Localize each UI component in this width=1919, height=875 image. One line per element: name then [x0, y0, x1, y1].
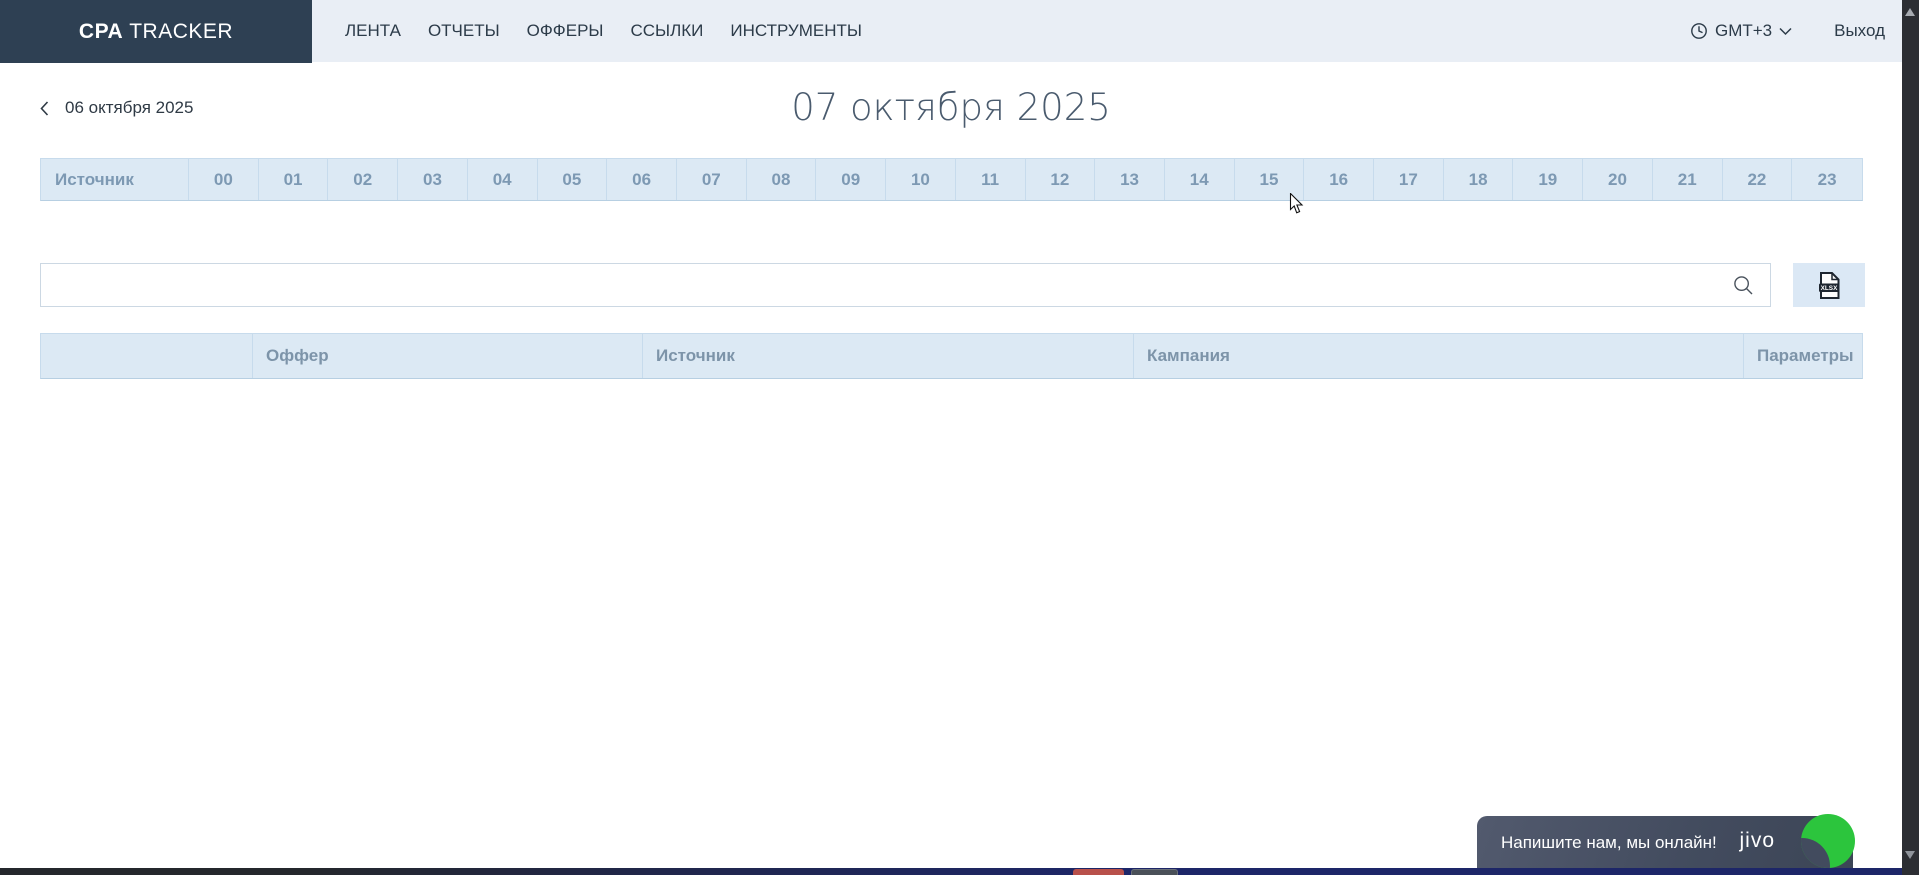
hour-column-header: 22 [1723, 159, 1793, 200]
jivo-leaf-icon [1801, 814, 1855, 868]
hour-column-header: 19 [1513, 159, 1583, 200]
nav-item[interactable]: ЛЕНТА [345, 21, 401, 41]
chat-message: Напишите нам, мы онлайн! [1501, 833, 1717, 853]
hour-column-header: 00 [189, 159, 259, 200]
top-navigation-bar: CPA TRACKER ЛЕНТА ОТЧЕТЫ ОФФЕРЫ ССЫЛКИ ИНСТР… [0, 0, 1919, 62]
logo-bold-text: CPA [79, 20, 123, 44]
page-title: 07 октября 2025 [0, 86, 1902, 129]
logout-link[interactable]: Выход [1834, 21, 1885, 41]
bottom-strip-gray-button [1131, 869, 1178, 875]
results-column-header: Параметры [1744, 334, 1862, 378]
search-input-wrap [40, 263, 1771, 307]
chat-widget[interactable]: Напишите нам, мы онлайн! jivo [1477, 816, 1853, 875]
search-input[interactable] [41, 264, 1733, 306]
hour-column-header: 20 [1583, 159, 1653, 200]
results-column-header: Источник [643, 334, 1134, 378]
main-nav: ЛЕНТА ОТЧЕТЫ ОФФЕРЫ ССЫЛКИ ИНСТРУМЕНТЫ [345, 21, 862, 41]
source-column-header: Источник [41, 159, 189, 200]
logo-rest-text: TRACKER [129, 20, 233, 44]
hour-column-header: 03 [398, 159, 468, 200]
hour-column-header: 07 [677, 159, 747, 200]
hour-column-header: 08 [747, 159, 817, 200]
hour-column-header: 02 [328, 159, 398, 200]
hour-column-header: 18 [1444, 159, 1514, 200]
nav-item[interactable]: ОТЧЕТЫ [428, 21, 500, 41]
hour-column-header: 05 [538, 159, 608, 200]
clock-icon [1690, 22, 1708, 40]
hour-column-header: 11 [956, 159, 1026, 200]
nav-bar: ЛЕНТА ОТЧЕТЫ ОФФЕРЫ ССЫЛКИ ИНСТРУМЕНТЫ GMT+3… [312, 0, 1919, 62]
export-xlsx-button[interactable]: XLSX [1793, 263, 1865, 307]
results-column-header [41, 334, 253, 378]
timezone-label: GMT+3 [1715, 21, 1772, 41]
hour-column-header: 06 [607, 159, 677, 200]
chevron-down-icon [1779, 27, 1792, 36]
scrollbar[interactable] [1902, 0, 1919, 875]
hour-column-header: 17 [1374, 159, 1444, 200]
svg-text:XLSX: XLSX [1821, 285, 1838, 292]
hour-column-header: 23 [1792, 159, 1862, 200]
hour-column-header: 04 [468, 159, 538, 200]
bottom-strip-red-button [1073, 869, 1124, 875]
results-column-header: Оффер [253, 334, 643, 378]
topbar-right: GMT+3 Выход [1690, 21, 1919, 41]
hour-column-header: 16 [1304, 159, 1374, 200]
page: CPA TRACKER ЛЕНТА ОТЧЕТЫ ОФФЕРЫ ССЫЛКИ ИНСТР… [0, 0, 1919, 875]
results-header-table: ОфферИсточникКампанияПараметры [40, 333, 1863, 379]
hour-column-header: 14 [1165, 159, 1235, 200]
xlsx-file-icon: XLSX [1816, 271, 1842, 300]
timezone-selector[interactable]: GMT+3 [1690, 21, 1792, 41]
scroll-down-arrow[interactable] [1905, 851, 1915, 859]
nav-item[interactable]: ИНСТРУМЕНТЫ [730, 21, 862, 41]
search-icon[interactable] [1733, 275, 1754, 296]
hour-column-header: 12 [1026, 159, 1096, 200]
results-column-header: Кампания [1134, 334, 1744, 378]
scroll-up-arrow[interactable] [1905, 8, 1915, 16]
nav-item[interactable]: ССЫЛКИ [630, 21, 703, 41]
nav-item[interactable]: ОФФЕРЫ [527, 21, 604, 41]
app-logo[interactable]: CPA TRACKER [0, 0, 312, 63]
hour-column-header: 15 [1235, 159, 1305, 200]
hour-column-header: 01 [259, 159, 329, 200]
hours-header-table: Источник 0001020304050607080910111213141… [40, 158, 1863, 201]
hour-column-header: 13 [1095, 159, 1165, 200]
hour-column-header: 10 [886, 159, 956, 200]
hour-column-header: 09 [816, 159, 886, 200]
hour-columns: 0001020304050607080910111213141516171819… [189, 159, 1862, 200]
jivo-brand-label: jivo [1739, 829, 1775, 853]
bottom-strip [0, 868, 1919, 875]
hour-column-header: 21 [1653, 159, 1723, 200]
